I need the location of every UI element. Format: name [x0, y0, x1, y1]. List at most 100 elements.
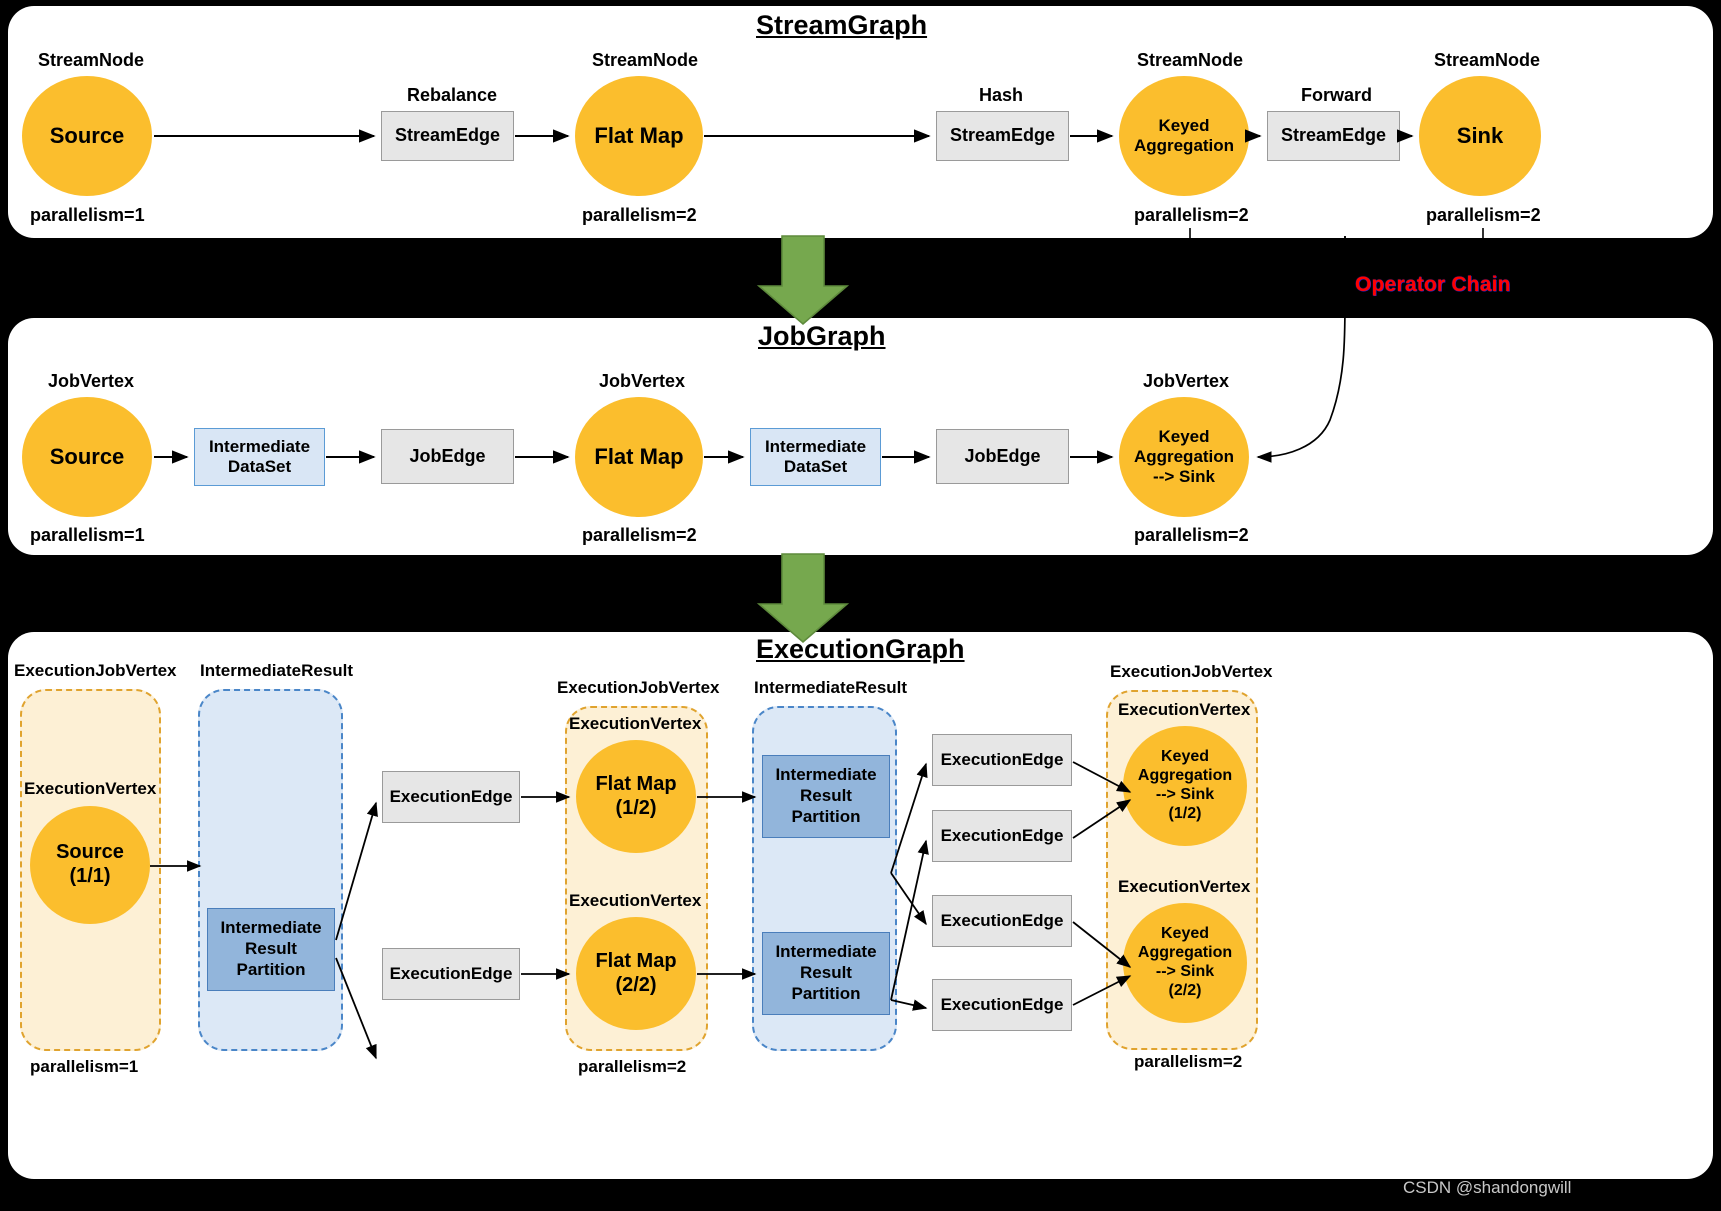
eg-intermediate-result-partition-1[interactable]: Intermediate Result Partition [207, 908, 335, 991]
eg-execution-edge-2[interactable]: ExecutionEdge [382, 948, 520, 1000]
eg-executionvertex-keyedagg-1-2[interactable]: Keyed Aggregation --> Sink (1/2) [1123, 726, 1247, 846]
eg-intermediate-result-partition-2[interactable]: Intermediate Result Partition [762, 755, 890, 838]
streamgraph-flatmap-type-label: StreamNode [592, 50, 699, 70]
jobgraph-keyedagg-type-label: JobVertex [1143, 371, 1230, 391]
jobgraph-intermediate-dataset-1[interactable]: Intermediate DataSet [194, 428, 325, 486]
streamgraph-edge1-label: StreamEdge [394, 125, 501, 146]
eg-group2-vertex1-type-label: ExecutionVertex [569, 714, 702, 733]
jobgraph-dataset2-line1: Intermediate [764, 436, 867, 456]
jobgraph-intermediate-dataset-2[interactable]: Intermediate DataSet [750, 428, 881, 486]
eg-intermediate-result-partition-3[interactable]: Intermediate Result Partition [762, 932, 890, 1015]
eg-irp3-line3: Partition [791, 983, 861, 1003]
eg-intermediateresult-1[interactable] [198, 689, 343, 1051]
streamgraph-source-parallelism: parallelism=1 [30, 205, 145, 225]
streamgraph-node-keyed-aggregation[interactable]: Keyed Aggregation [1119, 76, 1249, 196]
eg-executionvertex-flatmap-2-2[interactable]: Flat Map (2/2) [576, 917, 696, 1030]
diagram-canvas: StreamGraph StreamNode Source parallelis… [0, 0, 1721, 1211]
jobgraph-source-label: Source [49, 444, 125, 470]
streamgraph-sink-type-label: StreamNode [1434, 50, 1541, 70]
streamgraph-flatmap-label: Flat Map [594, 123, 684, 149]
jobgraph-keyedagg-parallelism: parallelism=2 [1134, 525, 1249, 545]
eg-group3-vertex1-type-label: ExecutionVertex [1118, 700, 1251, 719]
eg-executionvertex-keyedagg-2-2[interactable]: Keyed Aggregation --> Sink (2/2) [1123, 903, 1247, 1023]
jobgraph-flatmap-type-label: JobVertex [599, 371, 686, 391]
eg-group2-type-label: ExecutionJobVertex [557, 678, 720, 697]
streamgraph-edge3-strategy: Forward [1301, 85, 1373, 105]
streamgraph-source-type-label: StreamNode [38, 50, 145, 70]
jobgraph-flatmap-parallelism: parallelism=2 [582, 525, 697, 545]
eg-edge1-label: ExecutionEdge [389, 786, 513, 806]
eg-irp3-line1: Intermediate [775, 942, 877, 962]
jobgraph-edge1-label: JobEdge [409, 445, 486, 466]
eg-irp1-line3: Partition [236, 959, 306, 979]
eg-keyedagg2-line1: Keyed [1160, 925, 1210, 943]
jobgraph-node-source[interactable]: Source [22, 397, 152, 517]
eg-execution-edge-4[interactable]: ExecutionEdge [932, 810, 1072, 862]
eg-flatmap2-line2: (2/2) [615, 973, 657, 996]
eg-edge6-label: ExecutionEdge [940, 994, 1064, 1014]
streamgraph-edge3-box[interactable]: StreamEdge [1267, 111, 1400, 161]
eg-keyedagg1-line1: Keyed [1160, 748, 1210, 766]
jobgraph-edge1-box[interactable]: JobEdge [381, 429, 514, 484]
eg-executionvertex-source-1-1[interactable]: Source (1/1) [30, 806, 150, 924]
streamgraph-node-flatmap[interactable]: Flat Map [575, 76, 703, 196]
eg-execution-edge-6[interactable]: ExecutionEdge [932, 979, 1072, 1031]
streamgraph-edge3-label: StreamEdge [1280, 125, 1387, 146]
eg-keyedagg1-line2: Aggregation [1137, 767, 1233, 785]
eg-group1-type-label: ExecutionJobVertex [14, 661, 177, 680]
streamgraph-flatmap-parallelism: parallelism=2 [582, 205, 697, 225]
jobgraph-keyedagg-line1: Keyed [1158, 426, 1210, 446]
eg-ir1-type-label: IntermediateResult [200, 661, 354, 680]
eg-group2-vertex2-type-label: ExecutionVertex [569, 891, 702, 910]
streamgraph-edge2-box[interactable]: StreamEdge [936, 111, 1069, 161]
eg-execution-edge-1[interactable]: ExecutionEdge [382, 771, 520, 823]
streamgraph-edge1-box[interactable]: StreamEdge [381, 111, 514, 161]
eg-edge5-label: ExecutionEdge [940, 910, 1064, 930]
streamgraph-keyedagg-line1: Keyed [1158, 115, 1210, 135]
eg-irp2-line3: Partition [791, 806, 861, 826]
streamgraph-edge2-strategy: Hash [979, 85, 1024, 105]
eg-flatmap1-line2: (1/2) [615, 796, 657, 819]
jobgraph-dataset1-line2: DataSet [227, 457, 292, 476]
eg-executionvertex-flatmap-1-2[interactable]: Flat Map (1/2) [576, 740, 696, 853]
streamgraph-keyedagg-parallelism: parallelism=2 [1134, 205, 1249, 225]
jobgraph-title: JobGraph [758, 321, 886, 351]
eg-execution-edge-5[interactable]: ExecutionEdge [932, 895, 1072, 947]
eg-irp2-line2: Result [800, 786, 852, 806]
executiongraph-title: ExecutionGraph [756, 634, 965, 664]
eg-keyedagg2-line3: --> Sink [1155, 963, 1215, 980]
eg-keyedagg2-line2: Aggregation [1137, 944, 1233, 962]
streamgraph-sink-label: Sink [1456, 123, 1504, 149]
jobgraph-node-flatmap[interactable]: Flat Map [575, 397, 703, 517]
eg-keyedagg1-line4: (1/2) [1168, 804, 1202, 822]
jobgraph-keyedagg-line2: Aggregation [1133, 446, 1235, 466]
streamgraph-keyedagg-line2: Aggregation [1133, 136, 1235, 155]
jobgraph-source-type-label: JobVertex [48, 371, 135, 391]
eg-group1-vertex1-type-label: ExecutionVertex [24, 779, 157, 798]
streamgraph-edge2-label: StreamEdge [949, 125, 1056, 146]
eg-edge2-label: ExecutionEdge [389, 963, 513, 983]
streamgraph-node-source[interactable]: Source [22, 76, 152, 196]
eg-edge4-label: ExecutionEdge [940, 825, 1064, 845]
jobgraph-keyedagg-line3: --> Sink [1153, 467, 1215, 487]
operator-chain-label: Operator Chain [1355, 273, 1511, 296]
streamgraph-node-sink[interactable]: Sink [1419, 76, 1541, 196]
eg-flatmap1-line1: Flat Map [595, 772, 677, 795]
eg-group1-parallelism: parallelism=1 [30, 1057, 139, 1076]
streamgraph-source-label: Source [49, 123, 125, 149]
streamgraph-keyedagg-type-label: StreamNode [1137, 50, 1244, 70]
jobgraph-edge2-box[interactable]: JobEdge [936, 429, 1069, 484]
eg-execution-edge-3[interactable]: ExecutionEdge [932, 734, 1072, 786]
eg-group2-parallelism: parallelism=2 [578, 1057, 687, 1076]
eg-irp3-line2: Result [800, 963, 852, 983]
eg-source-line2: (1/1) [69, 865, 111, 887]
jobgraph-dataset1-line1: Intermediate [208, 436, 311, 456]
streamgraph-title: StreamGraph [756, 10, 928, 40]
eg-irp1-line2: Result [245, 939, 297, 959]
eg-group3-type-label: ExecutionJobVertex [1110, 662, 1273, 681]
eg-ir2-type-label: IntermediateResult [754, 678, 908, 697]
jobgraph-node-keyed-aggregation-sink[interactable]: Keyed Aggregation --> Sink [1119, 397, 1249, 517]
jobgraph-flatmap-label: Flat Map [594, 444, 684, 470]
eg-group3-vertex2-type-label: ExecutionVertex [1118, 877, 1251, 896]
eg-flatmap2-line1: Flat Map [595, 949, 677, 972]
